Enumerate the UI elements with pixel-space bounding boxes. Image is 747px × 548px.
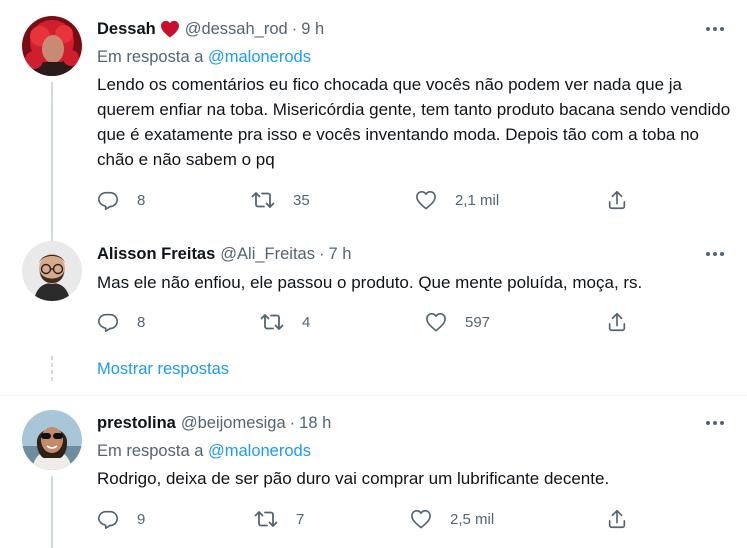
retweet-icon <box>260 314 284 330</box>
reply-mention-link[interactable]: @malonerods <box>208 48 311 66</box>
avatar[interactable] <box>22 241 82 301</box>
reply-mention-link[interactable]: @malonerods <box>208 442 311 460</box>
timestamp[interactable]: 7 h <box>329 245 352 264</box>
reply-button[interactable]: 8 <box>97 189 145 211</box>
reply-button[interactable]: 8 <box>97 311 145 333</box>
user-handle[interactable]: @beijomesiga <box>181 414 286 433</box>
retweet-button[interactable]: 35 <box>251 189 310 211</box>
share-icon <box>608 312 626 332</box>
like-button[interactable]: 597 <box>425 311 490 333</box>
timestamp[interactable]: 18 h <box>299 414 331 433</box>
thread-line <box>51 82 53 242</box>
thread-line <box>51 476 53 548</box>
tweet-text: Rodrigo, deixa de ser pão duro vai compr… <box>97 469 610 488</box>
like-count: 2,1 mil <box>455 191 500 209</box>
reply-button[interactable]: 9 <box>97 508 145 530</box>
reply-icon <box>98 510 118 529</box>
retweet-icon <box>251 192 275 208</box>
like-icon <box>416 191 436 210</box>
retweet-button[interactable]: 4 <box>260 311 310 333</box>
display-name[interactable]: prestolina <box>97 414 176 433</box>
retweet-count: 4 <box>302 313 311 331</box>
tweet-header: Alisson Freitas @Ali_Freitas · 7 h <box>97 242 351 266</box>
separator-dot: · <box>291 19 298 38</box>
reply-count: 8 <box>137 313 146 331</box>
like-button[interactable]: 2,1 mil <box>415 189 499 211</box>
tweet-text: Mas ele não enfiou, ele passou o produto… <box>97 273 643 292</box>
separator-dot: · <box>289 413 296 432</box>
retweet-count: 7 <box>296 510 305 528</box>
reply-context: Em resposta a @malonerods <box>97 48 311 67</box>
tweet-text: Lendo os comentários eu fico chocada que… <box>97 75 731 169</box>
reply-context: Em resposta a @malonerods <box>97 442 311 461</box>
retweet-button[interactable]: 7 <box>254 508 304 530</box>
like-button[interactable]: 2,5 mil <box>410 508 494 530</box>
timestamp[interactable]: 9 h <box>301 20 324 39</box>
share-button[interactable] <box>606 508 628 530</box>
avatar[interactable] <box>22 410 82 470</box>
reply-icon <box>98 191 118 210</box>
avatar[interactable] <box>22 16 82 76</box>
divider <box>0 395 747 396</box>
display-name[interactable]: Alisson Freitas <box>97 245 215 264</box>
more-icon[interactable] <box>703 411 727 435</box>
reply-icon <box>98 313 118 332</box>
tweet-header: Dessah @dessah_rod · 9 h <box>97 17 324 41</box>
share-icon <box>608 509 626 529</box>
share-button[interactable] <box>606 311 628 333</box>
more-icon[interactable] <box>703 17 727 41</box>
like-count: 597 <box>465 313 491 331</box>
like-count: 2,5 mil <box>450 510 495 528</box>
tweet-header: prestolina @beijomesiga · 18 h <box>97 411 331 435</box>
like-icon <box>426 313 446 332</box>
reply-count: 9 <box>137 510 146 528</box>
user-handle[interactable]: @Ali_Freitas <box>220 245 315 264</box>
separator-dot: · <box>319 244 325 263</box>
reply-prefix: Em resposta a <box>97 442 204 460</box>
user-handle[interactable]: @dessah_rod <box>185 20 288 39</box>
reply-prefix: Em resposta a <box>97 48 204 66</box>
like-icon <box>411 510 431 529</box>
show-replies-link[interactable]: Mostrar respostas <box>97 360 229 379</box>
more-icon[interactable] <box>703 242 727 266</box>
retweet-count: 35 <box>293 191 310 209</box>
retweet-icon <box>254 511 278 527</box>
thread-continuation-dots <box>51 356 53 384</box>
heart-icon <box>160 20 180 38</box>
display-name[interactable]: Dessah <box>97 20 156 39</box>
share-button[interactable] <box>606 189 628 211</box>
reply-count: 8 <box>137 191 146 209</box>
share-icon <box>608 190 626 210</box>
